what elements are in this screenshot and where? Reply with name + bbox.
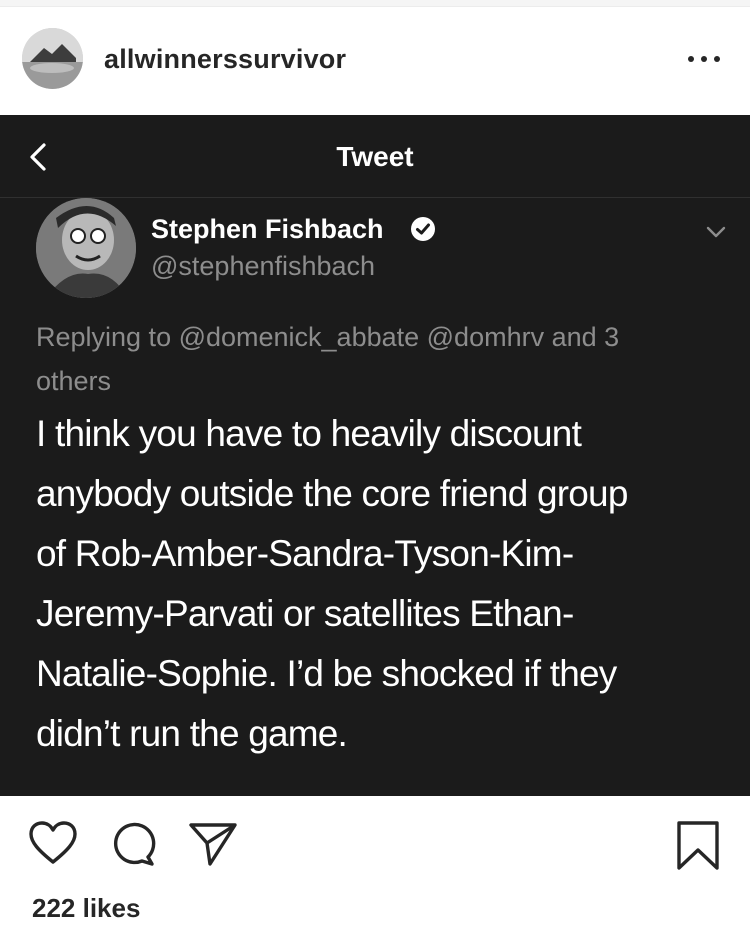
author-avatar-image xyxy=(36,198,136,298)
likes-count[interactable]: 222 likes xyxy=(32,893,140,924)
tweet-body-line: didn’t run the game. xyxy=(36,713,348,754)
avatar-image xyxy=(22,28,83,89)
post-action-bar xyxy=(0,796,750,896)
top-divider xyxy=(0,0,750,7)
tweet-screenshot: Tweet Stephen Fishbach @stephenfishbach … xyxy=(0,115,750,796)
tweet-body: I think you have to heavily discount any… xyxy=(36,404,726,764)
replying-line: Replying to @domenick_abbate @domhrv and… xyxy=(36,322,620,352)
avatar[interactable] xyxy=(22,28,83,89)
tweet-author-avatar xyxy=(36,198,136,298)
replying-line: others xyxy=(36,366,112,396)
tweet-body-line: Jeremy-Parvati or satellites Ethan- xyxy=(36,593,574,634)
paper-plane-icon[interactable] xyxy=(188,820,238,868)
chevron-down-icon xyxy=(706,226,726,238)
post-header: allwinnerssurvivor xyxy=(0,7,750,115)
replying-to-text: Replying to @domenick_abbate @domhrv and… xyxy=(36,315,726,403)
tweet-body-line: anybody outside the core friend group xyxy=(36,473,628,514)
tweet-nav-bar: Tweet xyxy=(0,115,750,198)
comment-bubble-icon[interactable] xyxy=(108,820,158,868)
more-options-icon[interactable] xyxy=(684,47,724,71)
tweet-body-line: I think you have to heavily discount xyxy=(36,413,582,454)
verified-badge-icon xyxy=(411,217,435,241)
tweet-author-handle: @stephenfishbach xyxy=(151,251,376,281)
tweet-author-name: Stephen Fishbach xyxy=(151,214,384,244)
tweet-body-line: of Rob-Amber-Sandra-Tyson-Kim- xyxy=(36,533,574,574)
bookmark-icon[interactable] xyxy=(676,820,720,872)
heart-icon[interactable] xyxy=(28,820,78,868)
tweet-body-line: Natalie-Sophie. I’d be shocked if they xyxy=(36,653,617,694)
tweet-nav-title: Tweet xyxy=(336,141,414,172)
post-username[interactable]: allwinnerssurvivor xyxy=(104,44,346,75)
